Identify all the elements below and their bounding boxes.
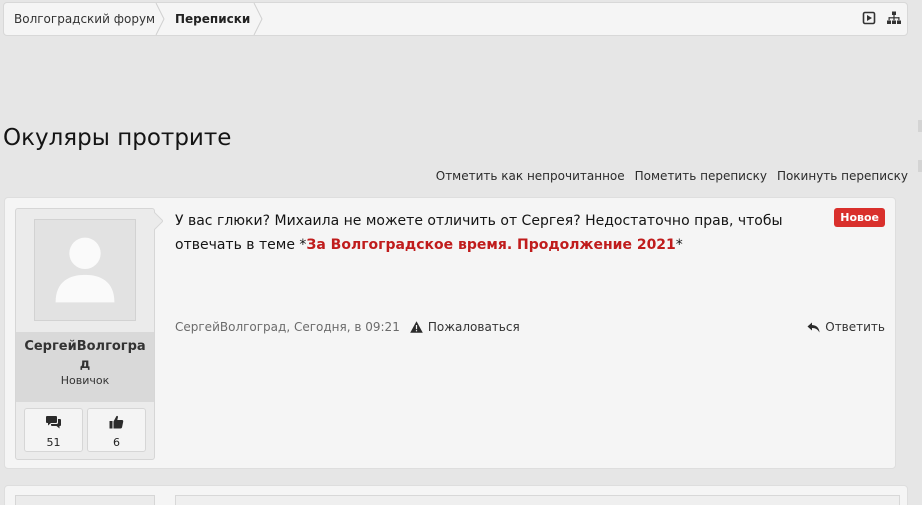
likes-stat[interactable]: 6	[87, 408, 146, 452]
next-message-item	[4, 485, 908, 505]
message-author-date[interactable]: СергейВолгоград, Сегодня, в 09:21	[175, 320, 400, 334]
reply-icon	[807, 322, 820, 332]
conversation-actions: Отметить как непрочитанное Пометить пере…	[436, 169, 908, 183]
breadcrumb: Волгоградский форум Переписки	[3, 2, 908, 36]
flag-conversation-link[interactable]: Пометить переписку	[635, 169, 767, 183]
breadcrumb-current[interactable]: Переписки	[175, 3, 250, 35]
user-block-arrow	[154, 212, 163, 230]
default-avatar-icon	[55, 237, 115, 303]
user-title: Новичок	[60, 374, 110, 387]
breadcrumb-separator-icon	[253, 3, 263, 35]
username-link[interactable]: СергейВолгоград	[16, 332, 154, 374]
comments-icon	[46, 416, 61, 429]
thumbs-up-icon	[109, 415, 124, 429]
report-label: Пожаловаться	[427, 320, 520, 334]
reply-button[interactable]: Ответить	[807, 320, 885, 334]
mark-unread-link[interactable]: Отметить как непрочитанное	[436, 169, 625, 183]
reply-label: Ответить	[825, 320, 885, 334]
message-user-block: СергейВолгоград Новичок 51 6	[15, 208, 155, 460]
breadcrumb-tools	[862, 11, 901, 25]
edge-decoration	[918, 120, 922, 132]
user-info: СергейВолгоград Новичок	[16, 332, 154, 402]
avatar[interactable]	[34, 219, 136, 321]
breadcrumb-separator-icon	[155, 3, 165, 35]
report-link[interactable]: Пожаловаться	[410, 320, 520, 334]
user-stats: 51 6	[24, 408, 146, 452]
edge-decoration	[918, 160, 922, 172]
thread-link[interactable]: За Волгоградское время. Продолжение 2021	[306, 237, 675, 253]
likes-count: 6	[113, 436, 120, 449]
message-text-end: *	[675, 237, 683, 253]
conversation-page: Волгоградский форум Переписки Окуляры пр…	[0, 0, 922, 505]
message-body: У вас глюки? Михаила не можете отличить …	[175, 209, 845, 257]
messages-count: 51	[46, 436, 61, 449]
next-message-user-block	[15, 495, 155, 505]
sitemap-icon[interactable]	[887, 11, 901, 25]
breadcrumb-home-link[interactable]: Волгоградский форум	[14, 3, 155, 35]
editor-toolbar	[175, 495, 900, 505]
play-square-icon[interactable]	[862, 11, 876, 25]
conversation-title: Окуляры протрите	[3, 125, 232, 151]
messages-stat[interactable]: 51	[24, 408, 83, 452]
leave-conversation-link[interactable]: Покинуть переписку	[777, 169, 908, 183]
warning-icon	[410, 321, 423, 333]
message-meta: СергейВолгоград, Сегодня, в 09:21 Пожало…	[175, 320, 520, 334]
message-item: СергейВолгоград Новичок 51 6 Новое У вас…	[4, 197, 896, 469]
